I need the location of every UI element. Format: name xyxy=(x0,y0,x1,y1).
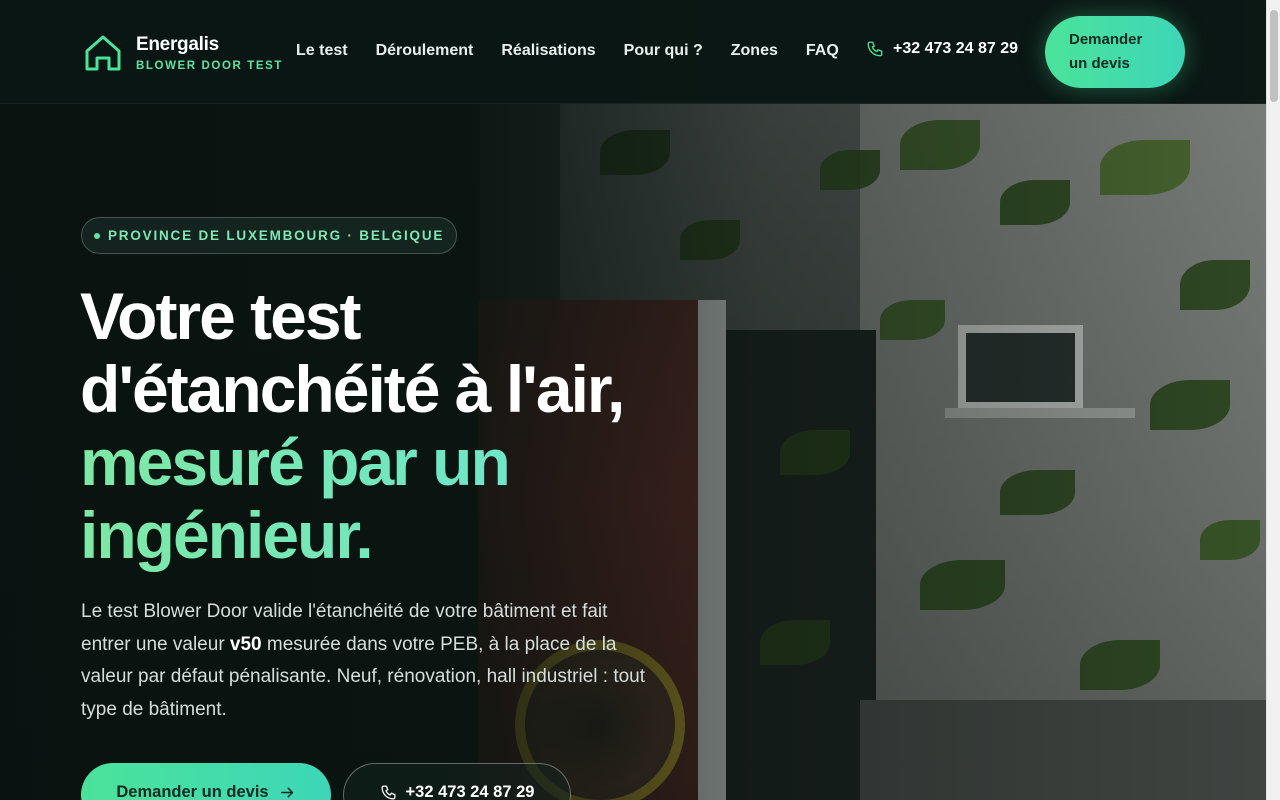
headline-line-3: mesuré par un xyxy=(80,426,780,499)
site-header: Energalis BLOWER DOOR TEST Le test Dérou… xyxy=(0,0,1266,104)
hero-lead-paragraph: Le test Blower Door valide l'étanchéité … xyxy=(81,596,661,726)
brand-logo[interactable]: Energalis BLOWER DOOR TEST xyxy=(84,34,283,72)
headline-line-2: d'étanchéité à l'air, xyxy=(80,352,625,426)
house-outline-icon xyxy=(85,35,121,71)
phone-icon xyxy=(867,41,883,57)
page-scrollbar[interactable] xyxy=(1266,0,1280,800)
nav-item-deroulement[interactable]: Déroulement xyxy=(376,42,474,60)
nav-item-pour-qui[interactable]: Pour qui ? xyxy=(624,42,703,60)
headline-line-1: Votre test xyxy=(80,279,362,353)
lead-v50: v50 xyxy=(229,633,262,655)
brand-tagline: BLOWER DOOR TEST xyxy=(136,59,283,72)
headline-line-4: ingénieur. xyxy=(80,499,780,572)
phone-icon xyxy=(381,784,396,800)
scrollbar-thumb[interactable] xyxy=(1270,10,1278,102)
hero-quote-label: Demander un devis xyxy=(116,782,269,800)
hero-quote-button[interactable]: Demander un devis xyxy=(81,763,331,800)
main-nav: Le test Déroulement Réalisations Pour qu… xyxy=(296,42,867,60)
badge-dot-icon xyxy=(94,232,100,239)
hero-phone-button[interactable]: +32 473 24 87 29 xyxy=(343,763,571,800)
nav-item-realisations[interactable]: Réalisations xyxy=(501,42,595,60)
nav-item-zones[interactable]: Zones xyxy=(731,42,778,60)
header-phone-link[interactable]: +32 473 24 87 29 xyxy=(866,40,1018,58)
nav-item-le-test[interactable]: Le test xyxy=(296,42,348,60)
header-phone-number: +32 473 24 87 29 xyxy=(893,40,1019,57)
badge-text: PROVINCE DE LUXEMBOURG · BELGIQUE xyxy=(108,228,445,243)
hero-headline: Votre test d'étanchéité à l'air, mesuré … xyxy=(80,280,780,572)
brand-name: Energalis xyxy=(136,33,219,55)
nav-item-faq[interactable]: FAQ xyxy=(806,42,839,60)
location-badge: PROVINCE DE LUXEMBOURG · BELGIQUE xyxy=(81,217,458,254)
header-quote-button[interactable]: Demander un devis xyxy=(1045,16,1185,88)
hero-phone-label: +32 473 24 87 29 xyxy=(405,782,535,800)
arrow-right-icon xyxy=(280,786,293,798)
